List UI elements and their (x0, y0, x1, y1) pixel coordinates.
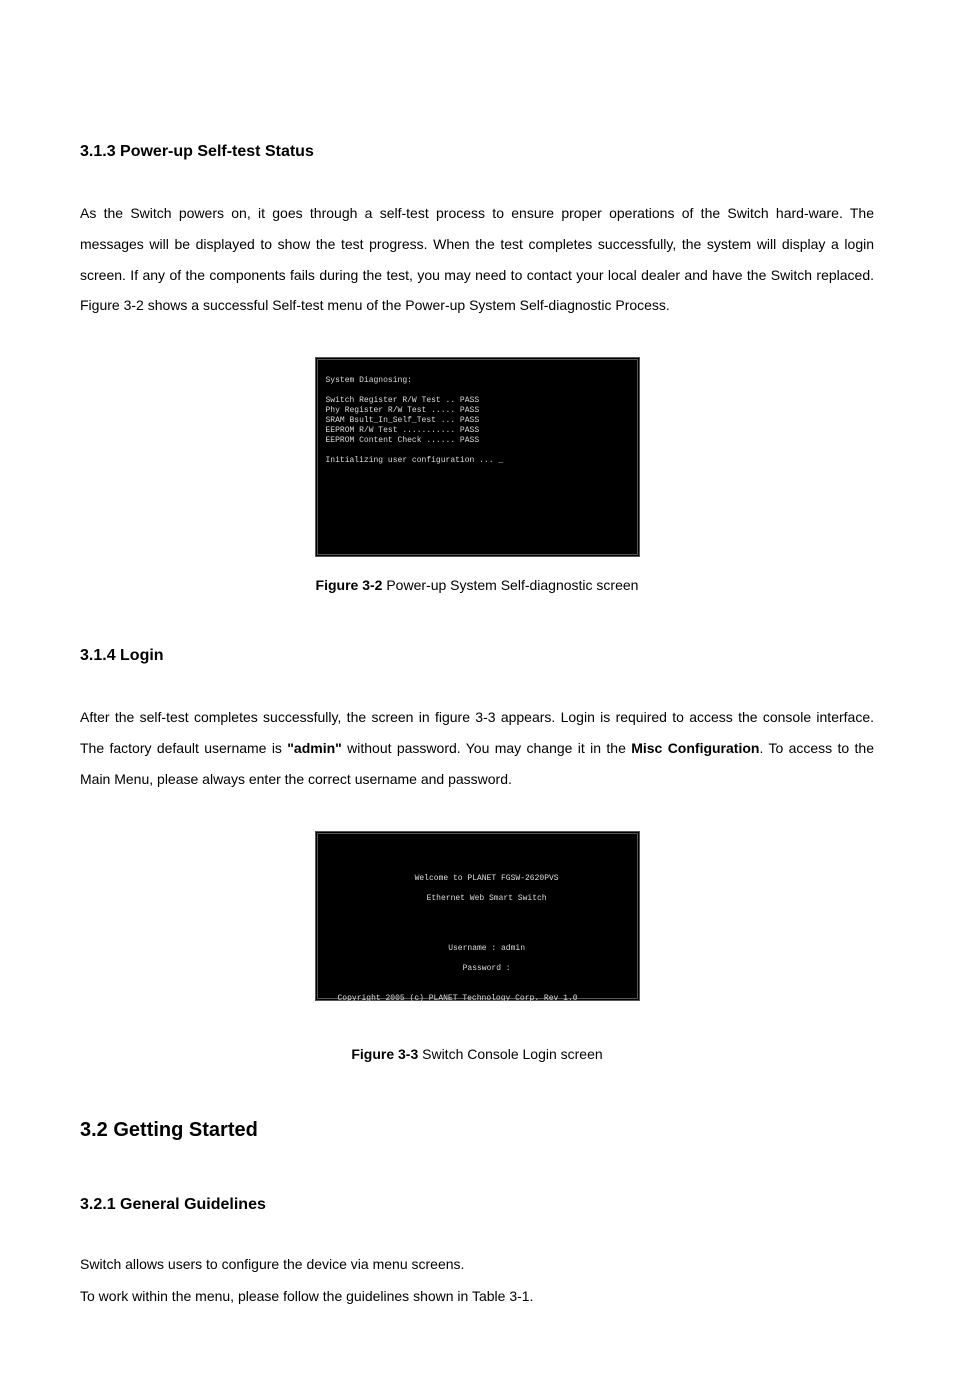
terminal-self-test: System Diagnosing: Switch Register R/W T… (315, 357, 640, 557)
terminal-login: Welcome to PLANET FGSW-2620PVS Ethernet … (315, 831, 640, 1001)
caption-3-2-bold: Figure 3-2 (316, 577, 383, 593)
login-copyright: Copyright 2005 (c) PLANET Technology Cor… (326, 994, 629, 1004)
caption-figure-3-3: Figure 3-3 Switch Console Login screen (80, 1044, 874, 1065)
figure-3-3-wrap: Welcome to PLANET FGSW-2620PVS Ethernet … (80, 831, 874, 1026)
login-username: Username : admin (448, 944, 525, 953)
figure-3-2-wrap: System Diagnosing: Switch Register R/W T… (80, 357, 874, 557)
caption-3-3-rest: Switch Console Login screen (418, 1046, 602, 1062)
para-321-1: Switch allows users to configure the dev… (80, 1251, 874, 1278)
login-welcome2: Ethernet Web Smart Switch (427, 894, 547, 903)
para314-misc: Misc Configuration (631, 740, 759, 756)
heading-3-1-3: 3.1.3 Power-up Self-test Status (80, 140, 874, 164)
login-welcome1: Welcome to PLANET FGSW-2620PVS (415, 874, 559, 883)
heading-3-2-1: 3.2.1 General Guidelines (80, 1193, 874, 1217)
caption-figure-3-2: Figure 3-2 Power-up System Self-diagnost… (80, 575, 874, 596)
caption-3-2-rest: Power-up System Self-diagnostic screen (382, 577, 638, 593)
para-321-2: To work within the menu, please follow t… (80, 1283, 874, 1310)
login-password: Password : (463, 964, 511, 973)
paragraph-3-1-4: After the self-test completes successful… (80, 702, 874, 794)
heading-3-1-4: 3.1.4 Login (80, 644, 874, 668)
para314-admin: "admin" (287, 740, 342, 756)
caption-3-3-bold: Figure 3-3 (351, 1046, 418, 1062)
para314-mid: without password. You may change it in t… (342, 740, 631, 756)
heading-3-2: 3.2 Getting Started (80, 1115, 874, 1145)
paragraph-3-1-3: As the Switch powers on, it goes through… (80, 198, 874, 321)
